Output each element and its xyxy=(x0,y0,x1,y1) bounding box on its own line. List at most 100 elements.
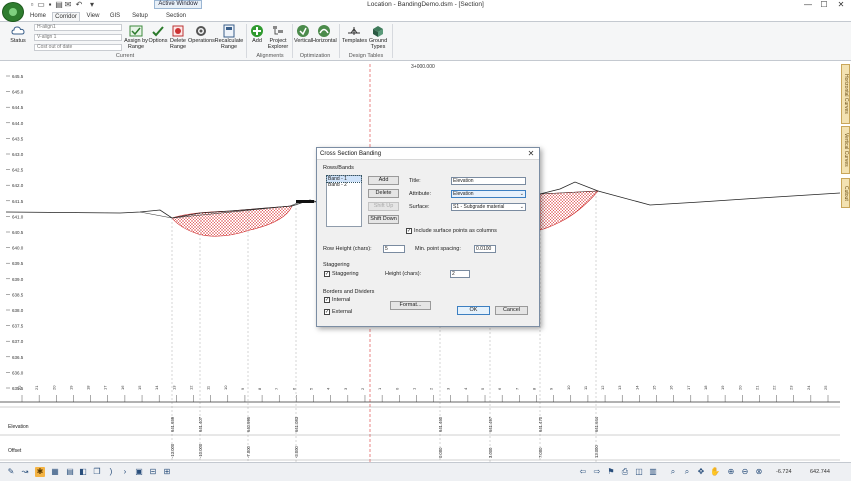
cancel-button[interactable]: Cancel xyxy=(495,306,528,315)
group-separator xyxy=(392,24,393,58)
station-label: 3+000.000 xyxy=(411,64,435,70)
delete-band-button[interactable]: Delete xyxy=(368,189,399,198)
tab-home[interactable]: Home xyxy=(28,12,48,21)
layers-icon[interactable]: ◧ xyxy=(78,467,88,477)
assign-by-range-button[interactable]: Assign by Range xyxy=(124,24,148,50)
vertical-alignment-combo[interactable]: V-align 1 xyxy=(34,34,122,41)
coordinate-y: 642.744 xyxy=(810,469,830,475)
tab-corridor[interactable]: Corridor xyxy=(52,12,80,21)
filter-icon[interactable]: ⊟ xyxy=(148,467,158,477)
surface-select[interactable]: S1 - Subgrade material ⌄ xyxy=(451,203,526,211)
recalculate-range-button[interactable]: Recalculate Range xyxy=(214,24,244,50)
curve-tool-icon[interactable]: ↝ xyxy=(20,467,30,477)
offset-tick-label: 2 xyxy=(360,387,365,390)
elevation-tick-label: 640.5 xyxy=(12,230,24,235)
maximize-button[interactable]: ☐ xyxy=(816,0,832,10)
cost-status-field: Cost out of date xyxy=(34,44,122,51)
internal-checkbox[interactable]: ✓ xyxy=(324,297,330,303)
offset-tick-label: 1 xyxy=(377,387,382,390)
hand-icon[interactable]: ✋ xyxy=(710,467,720,477)
attribute-select[interactable]: Elevation ⌄ xyxy=(451,190,526,198)
add-band-button[interactable]: Add xyxy=(368,176,399,185)
delete-range-button[interactable]: Delete Range xyxy=(168,24,188,50)
bands-list[interactable]: Band - 1 Band - 2 xyxy=(326,175,362,227)
curve-icon[interactable]: ) xyxy=(106,467,116,477)
band-elevation-value: 641.659 xyxy=(170,416,175,432)
title-input[interactable]: Elevation xyxy=(451,177,526,185)
side-tab-horizontal-curves[interactable]: Horizontal Curves xyxy=(841,64,850,124)
project-explorer-button[interactable]: Project Explorer xyxy=(265,24,291,50)
tab-setup[interactable]: Setup xyxy=(130,12,150,21)
vertical-optimization-button[interactable]: Vertical xyxy=(294,24,312,45)
dialog-title: Cross Section Banding xyxy=(317,148,539,160)
elevation-tick-label: 643.5 xyxy=(12,136,24,141)
arrow-right-icon[interactable]: ⇨ xyxy=(592,467,602,477)
pan-icon[interactable]: ✥ xyxy=(696,467,706,477)
ribbon: Status H-align1 V-align 1 Cost out of da… xyxy=(0,21,851,61)
horizontal-alignment-combo[interactable]: H-align1 xyxy=(34,24,122,31)
map-icon[interactable]: ⊞ xyxy=(162,467,172,477)
print-preview-icon[interactable]: ⎙ xyxy=(620,467,630,477)
tab-view[interactable]: View xyxy=(84,12,102,21)
status-bar: ✎ ↝ ✱ ▦ ▤ ◧ ❐ ) › ▣ ⊟ ⊞ ⇦ ⇨ ⚑ ⎙ ◫ ▥ ⌕ ⌕ … xyxy=(0,462,851,481)
grid-icon[interactable]: ▦ xyxy=(50,467,60,477)
close-button[interactable]: ✕ xyxy=(833,0,849,10)
min-point-spacing-input[interactable]: 0.0100 xyxy=(474,245,496,253)
row-height-input[interactable]: 5 xyxy=(383,245,405,253)
surface-label: Surface: xyxy=(409,204,430,210)
add-alignment-button[interactable]: Add xyxy=(249,24,265,45)
pencil-icon[interactable]: ✎ xyxy=(6,467,16,477)
tab-gis[interactable]: GIS xyxy=(108,12,122,21)
snap-icon[interactable]: ✱ xyxy=(35,467,45,477)
band-elevation-value: 641.407 xyxy=(198,416,203,432)
flag-icon[interactable]: ⚑ xyxy=(606,467,616,477)
zoom-extents-icon[interactable]: ⊗ xyxy=(754,467,764,477)
include-surface-points-checkbox[interactable]: ✓ xyxy=(406,228,412,234)
zoom-window-icon[interactable]: ⌕ xyxy=(682,467,692,477)
elevation-tick-label: 636.0 xyxy=(12,370,24,375)
columns-icon[interactable]: ▥ xyxy=(648,467,658,477)
minimize-button[interactable]: — xyxy=(800,0,816,10)
horizontal-optimization-button[interactable]: Horizontal xyxy=(312,24,337,45)
templates-button[interactable]: Templates xyxy=(342,24,367,45)
ground-types-button[interactable]: Ground Types xyxy=(366,24,390,50)
external-checkbox[interactable]: ✓ xyxy=(324,309,330,315)
height-input[interactable]: 2 xyxy=(450,270,470,278)
band-elevation-value: 641.460 xyxy=(438,416,443,432)
app-logo-icon[interactable] xyxy=(2,2,24,22)
zoom-out-icon[interactable]: ⊖ xyxy=(740,467,750,477)
offset-tick-label: 11 xyxy=(206,385,211,390)
side-tab-cutout[interactable]: Cutout xyxy=(841,178,850,208)
copy-icon[interactable]: ❐ xyxy=(92,467,102,477)
format-button[interactable]: Format... xyxy=(390,301,431,310)
operations-button[interactable]: Operations xyxy=(188,24,215,45)
elevation-tick-label: 645.5 xyxy=(12,74,24,79)
zoom-in-icon[interactable]: ⊕ xyxy=(726,467,736,477)
split-view-icon[interactable]: ◫ xyxy=(634,467,644,477)
options-button[interactable]: Options xyxy=(148,24,168,45)
group-separator xyxy=(339,24,340,58)
ok-button[interactable]: OK xyxy=(457,306,490,315)
list-item[interactable]: Band - 2 xyxy=(327,182,361,188)
offset-tick-label: 0 xyxy=(394,387,399,390)
shift-down-button[interactable]: Shift Down xyxy=(368,215,399,224)
status-button[interactable]: Status xyxy=(6,24,30,45)
side-tab-vertical-curves[interactable]: Vertical Curves xyxy=(841,126,850,174)
offset-tick-label: 20 xyxy=(737,385,742,390)
cloud-icon xyxy=(11,26,25,35)
zoom-icon[interactable]: ⌕ xyxy=(668,467,678,477)
chevron-icon[interactable]: › xyxy=(120,467,130,477)
elevation-tick-label: 636.5 xyxy=(12,355,24,360)
table-icon[interactable]: ▤ xyxy=(65,467,75,477)
tab-section[interactable]: Section xyxy=(164,12,188,21)
elevation-tick-label: 644.0 xyxy=(12,121,24,126)
chevron-down-icon: ⌄ xyxy=(519,204,524,210)
staggering-checkbox[interactable]: ✓ xyxy=(324,271,330,277)
window-icon[interactable]: ▣ xyxy=(134,467,144,477)
title-label: Title: xyxy=(409,178,421,184)
dialog-close-button[interactable]: ✕ xyxy=(526,149,536,159)
shift-up-button[interactable]: Shift Up xyxy=(368,202,399,211)
vertical-optimize-icon xyxy=(297,25,309,37)
offset-tick-label: 21 xyxy=(754,385,759,390)
arrow-left-icon[interactable]: ⇦ xyxy=(578,467,588,477)
